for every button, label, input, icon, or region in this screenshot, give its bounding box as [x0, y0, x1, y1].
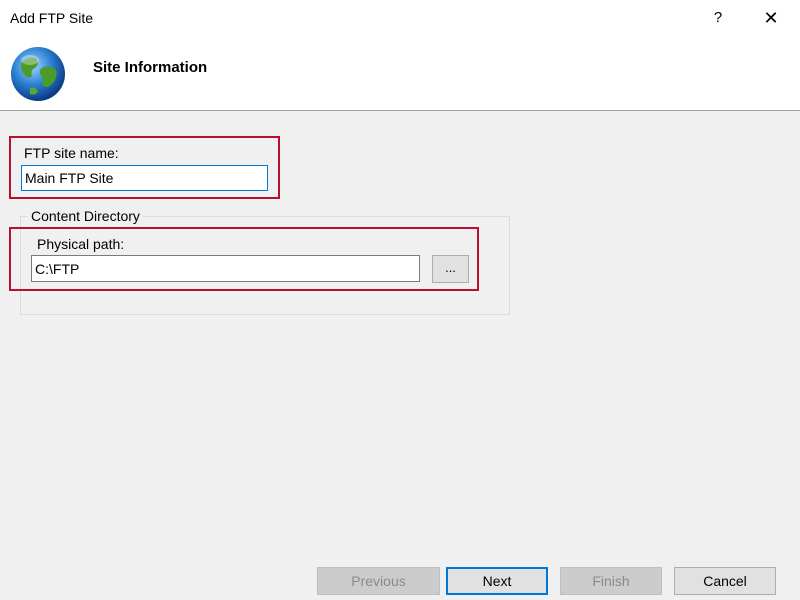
browse-button[interactable]: ... [432, 255, 469, 283]
next-button[interactable]: Next [446, 567, 548, 595]
cancel-button[interactable]: Cancel [674, 567, 776, 595]
help-button[interactable]: ? [706, 6, 730, 30]
content-directory-legend: Content Directory [28, 208, 143, 224]
site-name-input[interactable] [21, 165, 268, 191]
site-name-label: FTP site name: [24, 145, 119, 161]
title-bar: Add FTP Site ? ✕ [0, 0, 800, 36]
globe-icon [11, 47, 65, 101]
close-button[interactable]: ✕ [756, 4, 786, 32]
window-title: Add FTP Site [10, 10, 94, 26]
page-title: Site Information [93, 59, 208, 76]
previous-button[interactable]: Previous [317, 567, 440, 595]
physical-path-input[interactable] [31, 255, 420, 282]
finish-button[interactable]: Finish [560, 567, 662, 595]
physical-path-label: Physical path: [37, 236, 125, 252]
wizard-header: Site Information [0, 36, 800, 111]
